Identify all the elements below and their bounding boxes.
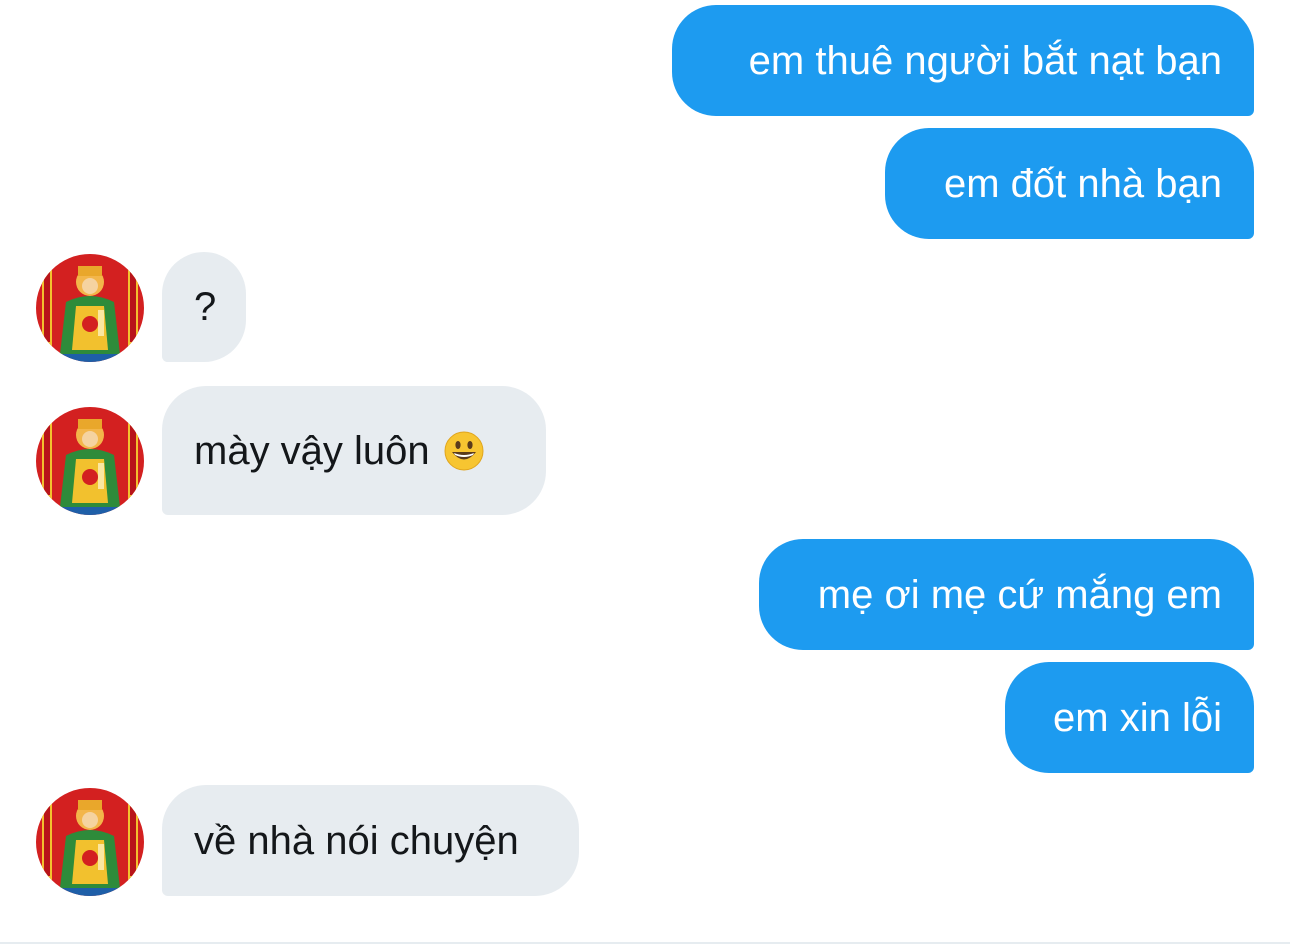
message-bubble-incoming[interactable]: ? — [162, 252, 246, 362]
message-text: em thuê người bắt nạt bạn — [748, 38, 1222, 83]
message-bubble-outgoing[interactable]: em thuê người bắt nạt bạn — [672, 5, 1254, 116]
avatar[interactable] — [36, 788, 144, 896]
deity-portrait-avatar-icon — [36, 407, 144, 515]
message-bubble-incoming[interactable]: về nhà nói chuyện — [162, 785, 579, 896]
message-text: mẹ ơi mẹ cứ mắng em — [817, 572, 1222, 617]
deity-portrait-avatar-icon — [36, 788, 144, 896]
message-text: mày vậy luôn — [194, 428, 430, 473]
message-text: về nhà nói chuyện — [194, 818, 519, 863]
message-bubble-outgoing[interactable]: em đốt nhà bạn — [885, 128, 1254, 239]
avatar[interactable] — [36, 254, 144, 362]
message-bubble-outgoing[interactable]: mẹ ơi mẹ cứ mắng em — [759, 539, 1254, 650]
message-bubble-incoming[interactable]: mày vậy luôn — [162, 386, 546, 515]
smiling-face-emoji-icon — [444, 431, 484, 470]
message-text: em đốt nhà bạn — [944, 161, 1222, 206]
divider — [0, 942, 1290, 944]
message-text: em xin lỗi — [1053, 695, 1222, 740]
message-text: ? — [194, 285, 217, 329]
deity-portrait-avatar-icon — [36, 254, 144, 362]
avatar[interactable] — [36, 407, 144, 515]
message-bubble-outgoing[interactable]: em xin lỗi — [1005, 662, 1254, 773]
